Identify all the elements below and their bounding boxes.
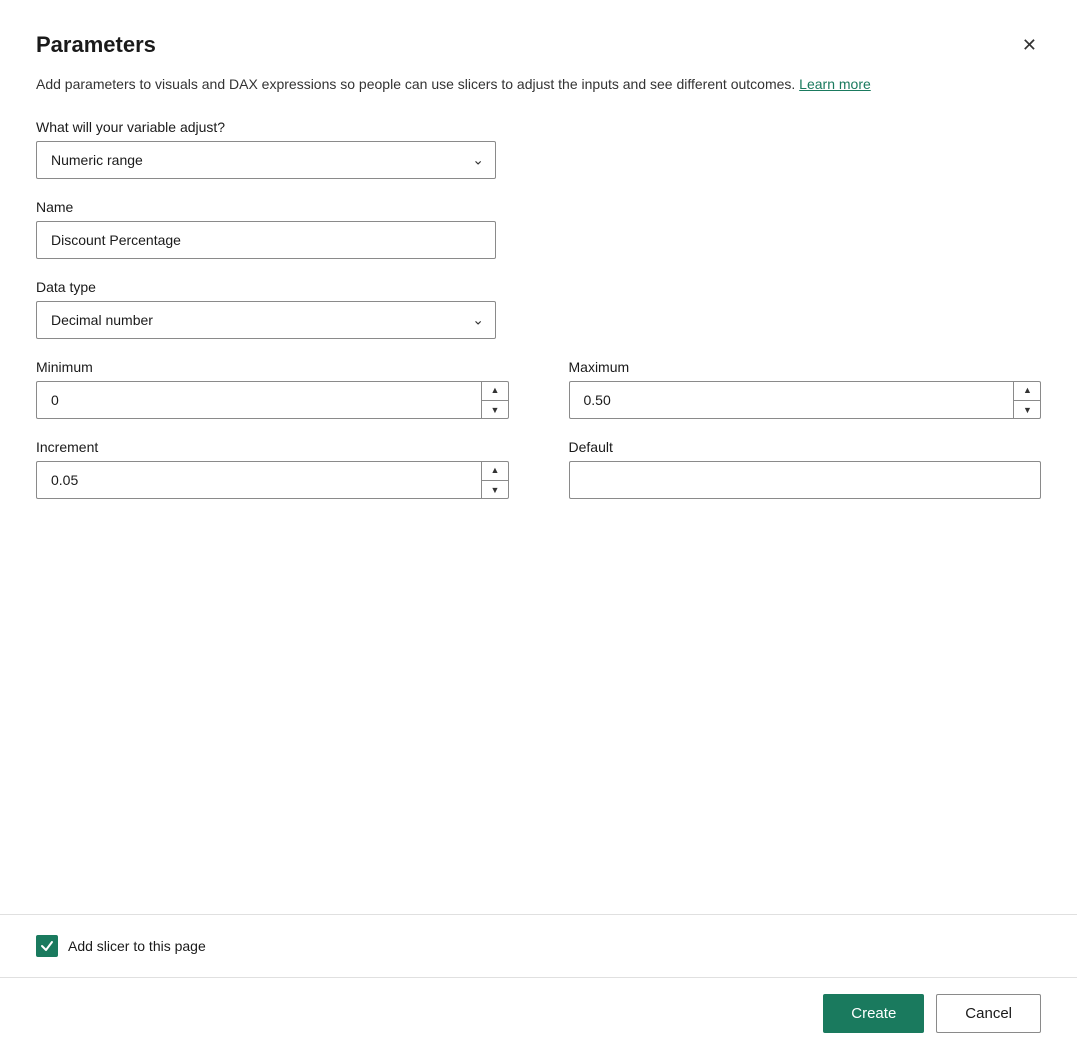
dialog-header: Parameters ✕	[36, 32, 1041, 58]
dialog-title: Parameters	[36, 32, 156, 58]
increment-col: Increment ▲ ▼	[36, 439, 509, 499]
dialog-footer: Create Cancel	[0, 977, 1077, 1049]
default-col: Default	[569, 439, 1042, 499]
slicer-checkbox-label[interactable]: Add slicer to this page	[68, 938, 206, 954]
name-section: Name	[36, 199, 1041, 259]
variable-label: What will your variable adjust?	[36, 119, 1041, 135]
increment-input[interactable]	[36, 461, 509, 499]
minimum-input[interactable]	[36, 381, 509, 419]
data-type-section: Data type Decimal number Whole number ⌄	[36, 279, 1041, 339]
default-label: Default	[569, 439, 1042, 455]
variable-select[interactable]: Numeric range List of values	[36, 141, 496, 179]
maximum-label: Maximum	[569, 359, 1042, 375]
spacer	[36, 519, 1041, 699]
maximum-input[interactable]	[569, 381, 1042, 419]
maximum-increment-btn[interactable]: ▲	[1014, 381, 1041, 401]
minimum-input-wrapper: ▲ ▼	[36, 381, 509, 419]
maximum-col: Maximum ▲ ▼	[569, 359, 1042, 419]
create-button[interactable]: Create	[823, 994, 924, 1033]
maximum-input-wrapper: ▲ ▼	[569, 381, 1042, 419]
slicer-checkbox-wrapper[interactable]	[36, 935, 58, 957]
increment-input-wrapper: ▲ ▼	[36, 461, 509, 499]
parameters-dialog: Parameters ✕ Add parameters to visuals a…	[0, 0, 1077, 1049]
maximum-decrement-btn[interactable]: ▼	[1014, 401, 1041, 420]
name-input[interactable]	[36, 221, 496, 259]
data-type-select-wrapper: Decimal number Whole number ⌄	[36, 301, 496, 339]
minimum-decrement-btn[interactable]: ▼	[482, 401, 509, 420]
minimum-increment-btn[interactable]: ▲	[482, 381, 509, 401]
increment-increment-btn[interactable]: ▲	[482, 461, 509, 481]
variable-section: What will your variable adjust? Numeric …	[36, 119, 1041, 179]
increment-default-row: Increment ▲ ▼ Default	[36, 439, 1041, 499]
description-text: Add parameters to visuals and DAX expres…	[36, 74, 1041, 95]
description-content: Add parameters to visuals and DAX expres…	[36, 76, 795, 92]
variable-select-wrapper: Numeric range List of values ⌄	[36, 141, 496, 179]
name-label: Name	[36, 199, 1041, 215]
cancel-button[interactable]: Cancel	[936, 994, 1041, 1033]
dialog-body: Parameters ✕ Add parameters to visuals a…	[0, 0, 1077, 914]
minimum-label: Minimum	[36, 359, 509, 375]
minimum-spinner: ▲ ▼	[481, 381, 509, 419]
data-type-select[interactable]: Decimal number Whole number	[36, 301, 496, 339]
default-input[interactable]	[569, 461, 1042, 499]
increment-decrement-btn[interactable]: ▼	[482, 481, 509, 500]
data-type-label: Data type	[36, 279, 1041, 295]
min-max-row: Minimum ▲ ▼ Maximum ▲ ▼	[36, 359, 1041, 419]
minimum-col: Minimum ▲ ▼	[36, 359, 509, 419]
increment-label: Increment	[36, 439, 509, 455]
close-button[interactable]: ✕	[1018, 32, 1041, 58]
checkbox-section: Add slicer to this page	[0, 914, 1077, 977]
increment-spinner: ▲ ▼	[481, 461, 509, 499]
maximum-spinner: ▲ ▼	[1013, 381, 1041, 419]
learn-more-link[interactable]: Learn more	[799, 76, 871, 92]
